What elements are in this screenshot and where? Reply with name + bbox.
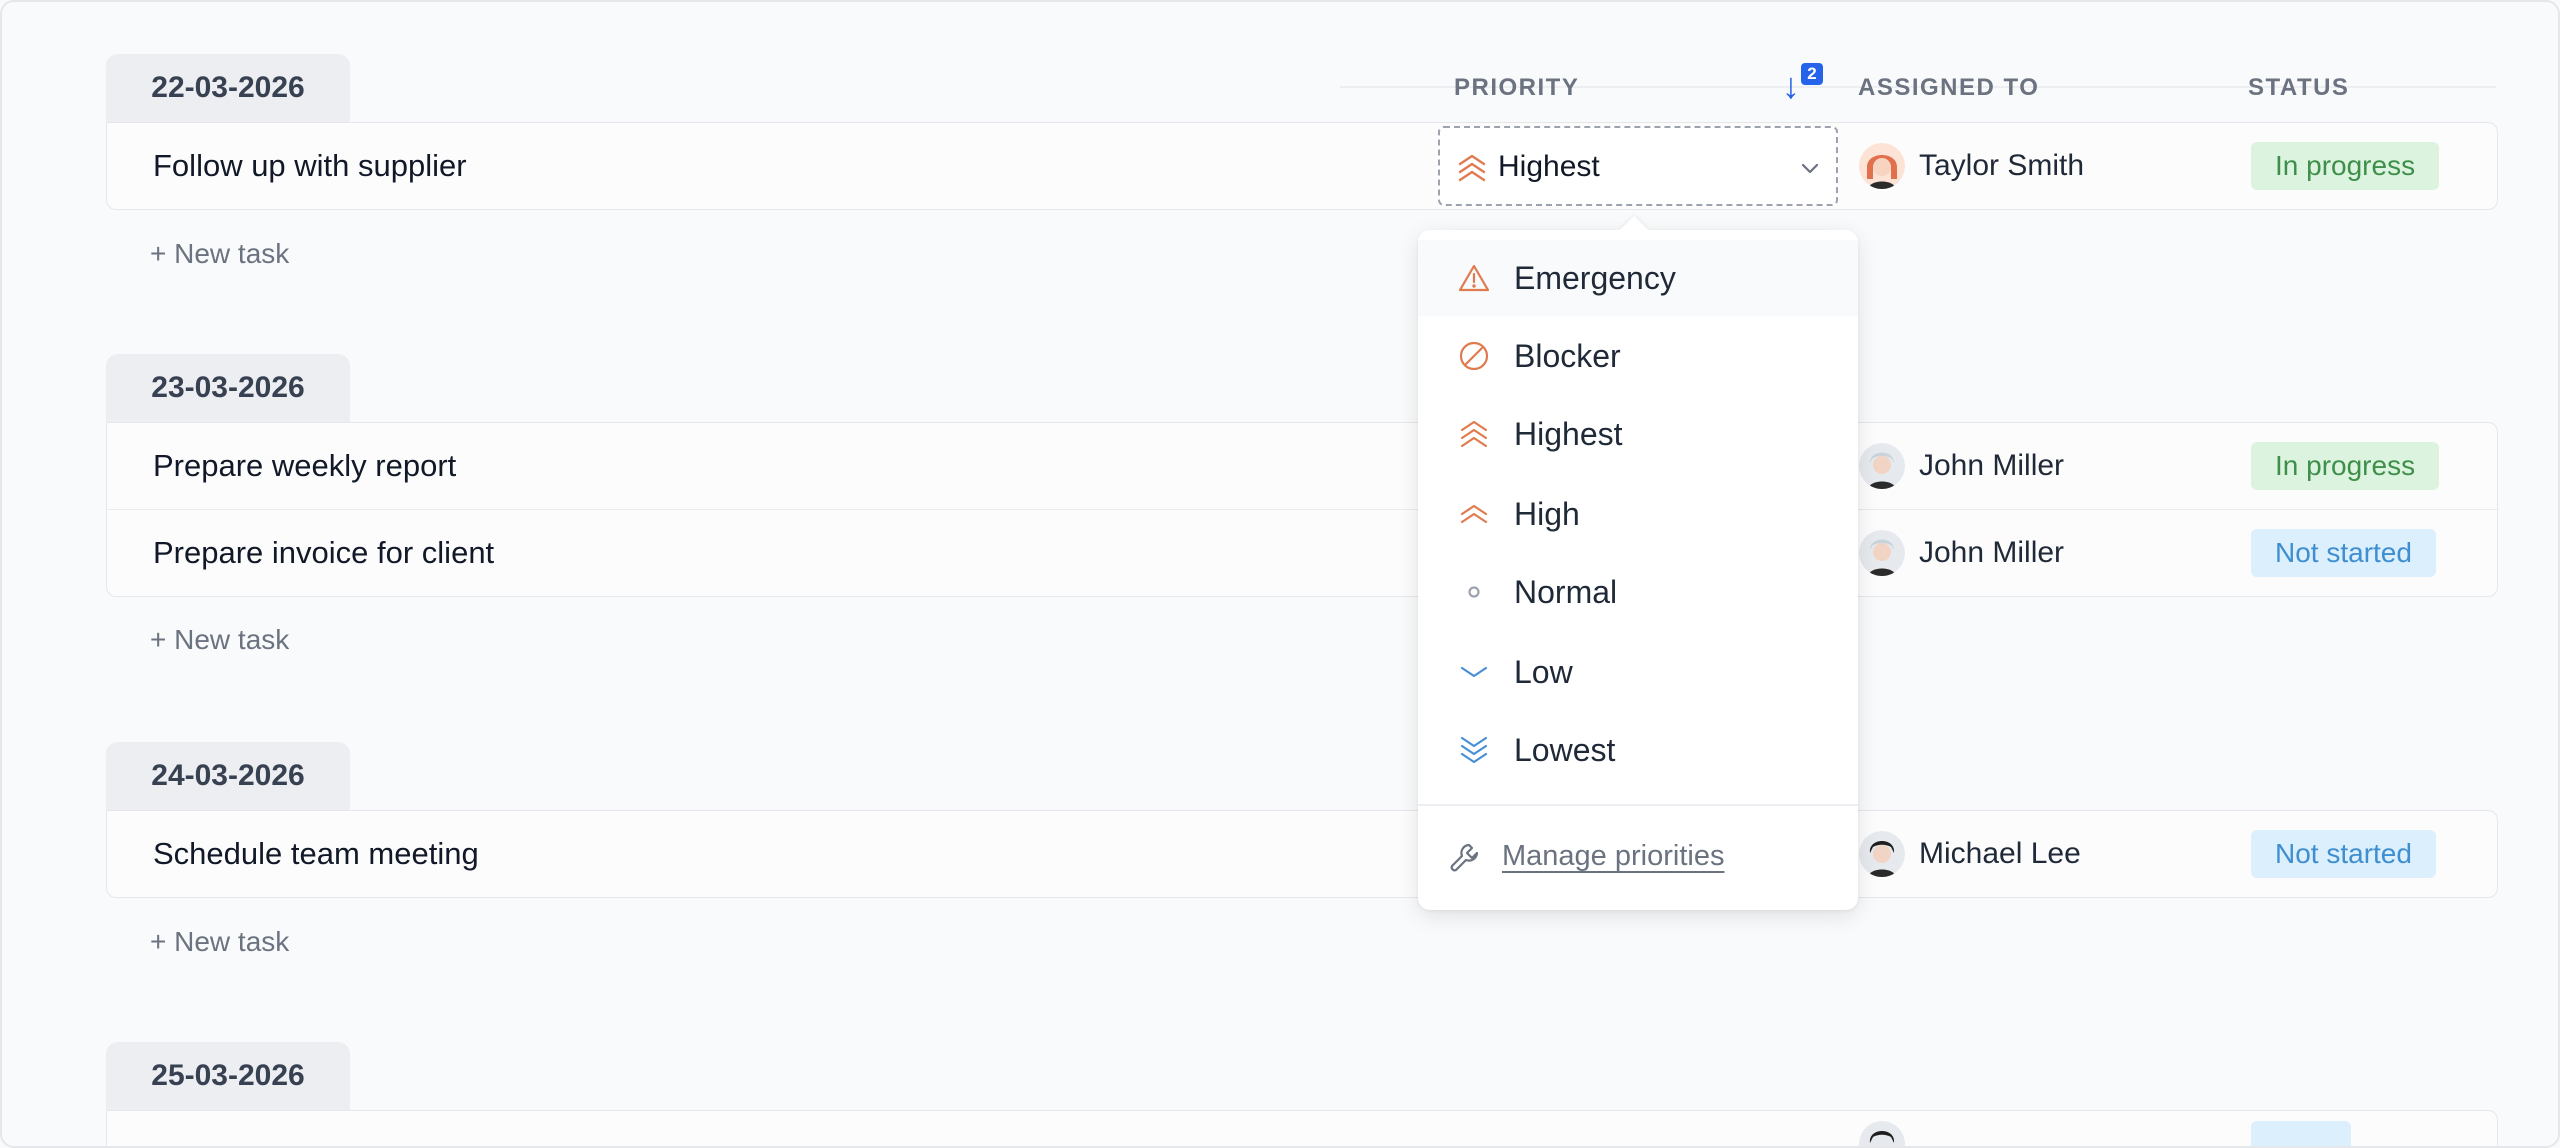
warning-triangle-icon: [1458, 262, 1490, 294]
group-date-label: 22-03-2026: [106, 54, 350, 122]
task-list: [106, 1110, 2498, 1146]
group-date-label: 24-03-2026: [106, 742, 350, 810]
priority-select[interactable]: Highest: [1438, 126, 1838, 206]
blocked-circle-icon: [1458, 340, 1490, 372]
column-header-assigned-to[interactable]: ASSIGNED TO: [1858, 74, 2039, 102]
chevron-down-icon: [1458, 656, 1490, 688]
priority-option-normal[interactable]: Normal: [1418, 554, 1858, 630]
avatar: [1859, 443, 1905, 489]
task-row[interactable]: Prepare weekly report John Miller In pro…: [107, 423, 2497, 509]
task-board: PRIORITY ↓ 2 ASSIGNED TO STATUS 22-03-20…: [0, 0, 2560, 1148]
priority-dropdown: Emergency Blocker Highest High Normal Lo…: [1418, 215, 1858, 910]
task-title[interactable]: Prepare invoice for client: [153, 510, 494, 596]
assignee[interactable]: [1859, 1119, 1919, 1146]
chevron-down-icon[interactable]: [1798, 156, 1822, 185]
priority-option-blocker[interactable]: Blocker: [1418, 318, 1858, 394]
status-badge[interactable]: In progress: [2251, 142, 2440, 190]
priority-select-value: Highest: [1498, 150, 1600, 183]
priority-option-high[interactable]: High: [1418, 476, 1858, 552]
status-badge[interactable]: [2251, 1121, 2351, 1146]
sort-order-badge: 2: [1801, 63, 1823, 85]
status-badge[interactable]: Not started: [2251, 830, 2436, 878]
assignee-name: Taylor Smith: [1919, 149, 2085, 182]
column-header-priority[interactable]: PRIORITY: [1454, 74, 1579, 102]
dropdown-divider: [1418, 804, 1858, 806]
column-header-status[interactable]: STATUS: [2248, 74, 2349, 102]
avatar: [1859, 1121, 1905, 1146]
task-title[interactable]: Follow up with supplier: [153, 123, 467, 209]
task-row[interactable]: Prepare invoice for client John Miller N…: [107, 509, 2497, 596]
avatar: [1859, 530, 1905, 576]
task-title[interactable]: Prepare weekly report: [153, 423, 456, 509]
sort-indicator[interactable]: ↓ 2: [1780, 60, 1830, 110]
group-date-label: 25-03-2026: [106, 1042, 350, 1110]
manage-priorities-link[interactable]: Manage priorities: [1448, 830, 1828, 882]
status-badge[interactable]: Not started: [2251, 529, 2436, 577]
assignee[interactable]: John Miller: [1859, 528, 2064, 578]
priority-option-lowest[interactable]: Lowest: [1418, 712, 1858, 788]
task-title[interactable]: Schedule team meeting: [153, 811, 479, 897]
new-task-button[interactable]: + New task: [150, 624, 289, 656]
chevrons-down-triple-icon: [1458, 734, 1490, 766]
new-task-button[interactable]: + New task: [150, 238, 289, 270]
avatar: [1859, 143, 1905, 189]
assignee[interactable]: Taylor Smith: [1859, 141, 2084, 191]
priority-option-low[interactable]: Low: [1418, 634, 1858, 710]
assignee-name: John Miller: [1919, 449, 2065, 482]
wrench-icon: [1448, 840, 1482, 879]
task-list: Follow up with supplier Taylor Smith In …: [106, 122, 2498, 210]
assignee-name: John Miller: [1919, 536, 2065, 569]
assignee[interactable]: Michael Lee: [1859, 829, 2081, 879]
priority-option-emergency[interactable]: Emergency: [1418, 240, 1858, 316]
chevrons-up-double-icon: [1458, 498, 1490, 530]
chevrons-up-triple-icon: [1458, 418, 1490, 450]
task-list: Schedule team meeting Michael Lee Not st…: [106, 810, 2498, 898]
task-list: Prepare weekly report John Miller In pro…: [106, 422, 2498, 597]
assignee-name: Michael Lee: [1919, 837, 2081, 870]
group-date-label: 23-03-2026: [106, 354, 350, 422]
assignee[interactable]: John Miller: [1859, 441, 2064, 491]
task-row[interactable]: Schedule team meeting Michael Lee Not st…: [107, 811, 2497, 897]
chevrons-up-triple-icon: [1456, 152, 1488, 189]
task-row[interactable]: Follow up with supplier Taylor Smith In …: [107, 123, 2497, 209]
circle-dot-icon: [1458, 576, 1490, 608]
new-task-button[interactable]: + New task: [150, 926, 289, 958]
avatar: [1859, 831, 1905, 877]
priority-option-highest[interactable]: Highest: [1418, 396, 1858, 472]
arrow-down-icon: ↓: [1782, 65, 1800, 106]
status-badge[interactable]: In progress: [2251, 442, 2440, 490]
